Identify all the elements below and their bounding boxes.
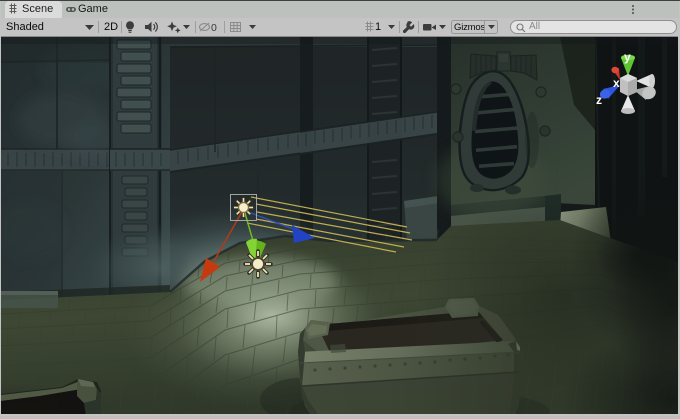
svg-text:y: y	[624, 50, 631, 64]
svg-text:0: 0	[211, 22, 217, 34]
svg-text:z: z	[596, 93, 602, 107]
svg-text:x: x	[613, 76, 620, 90]
